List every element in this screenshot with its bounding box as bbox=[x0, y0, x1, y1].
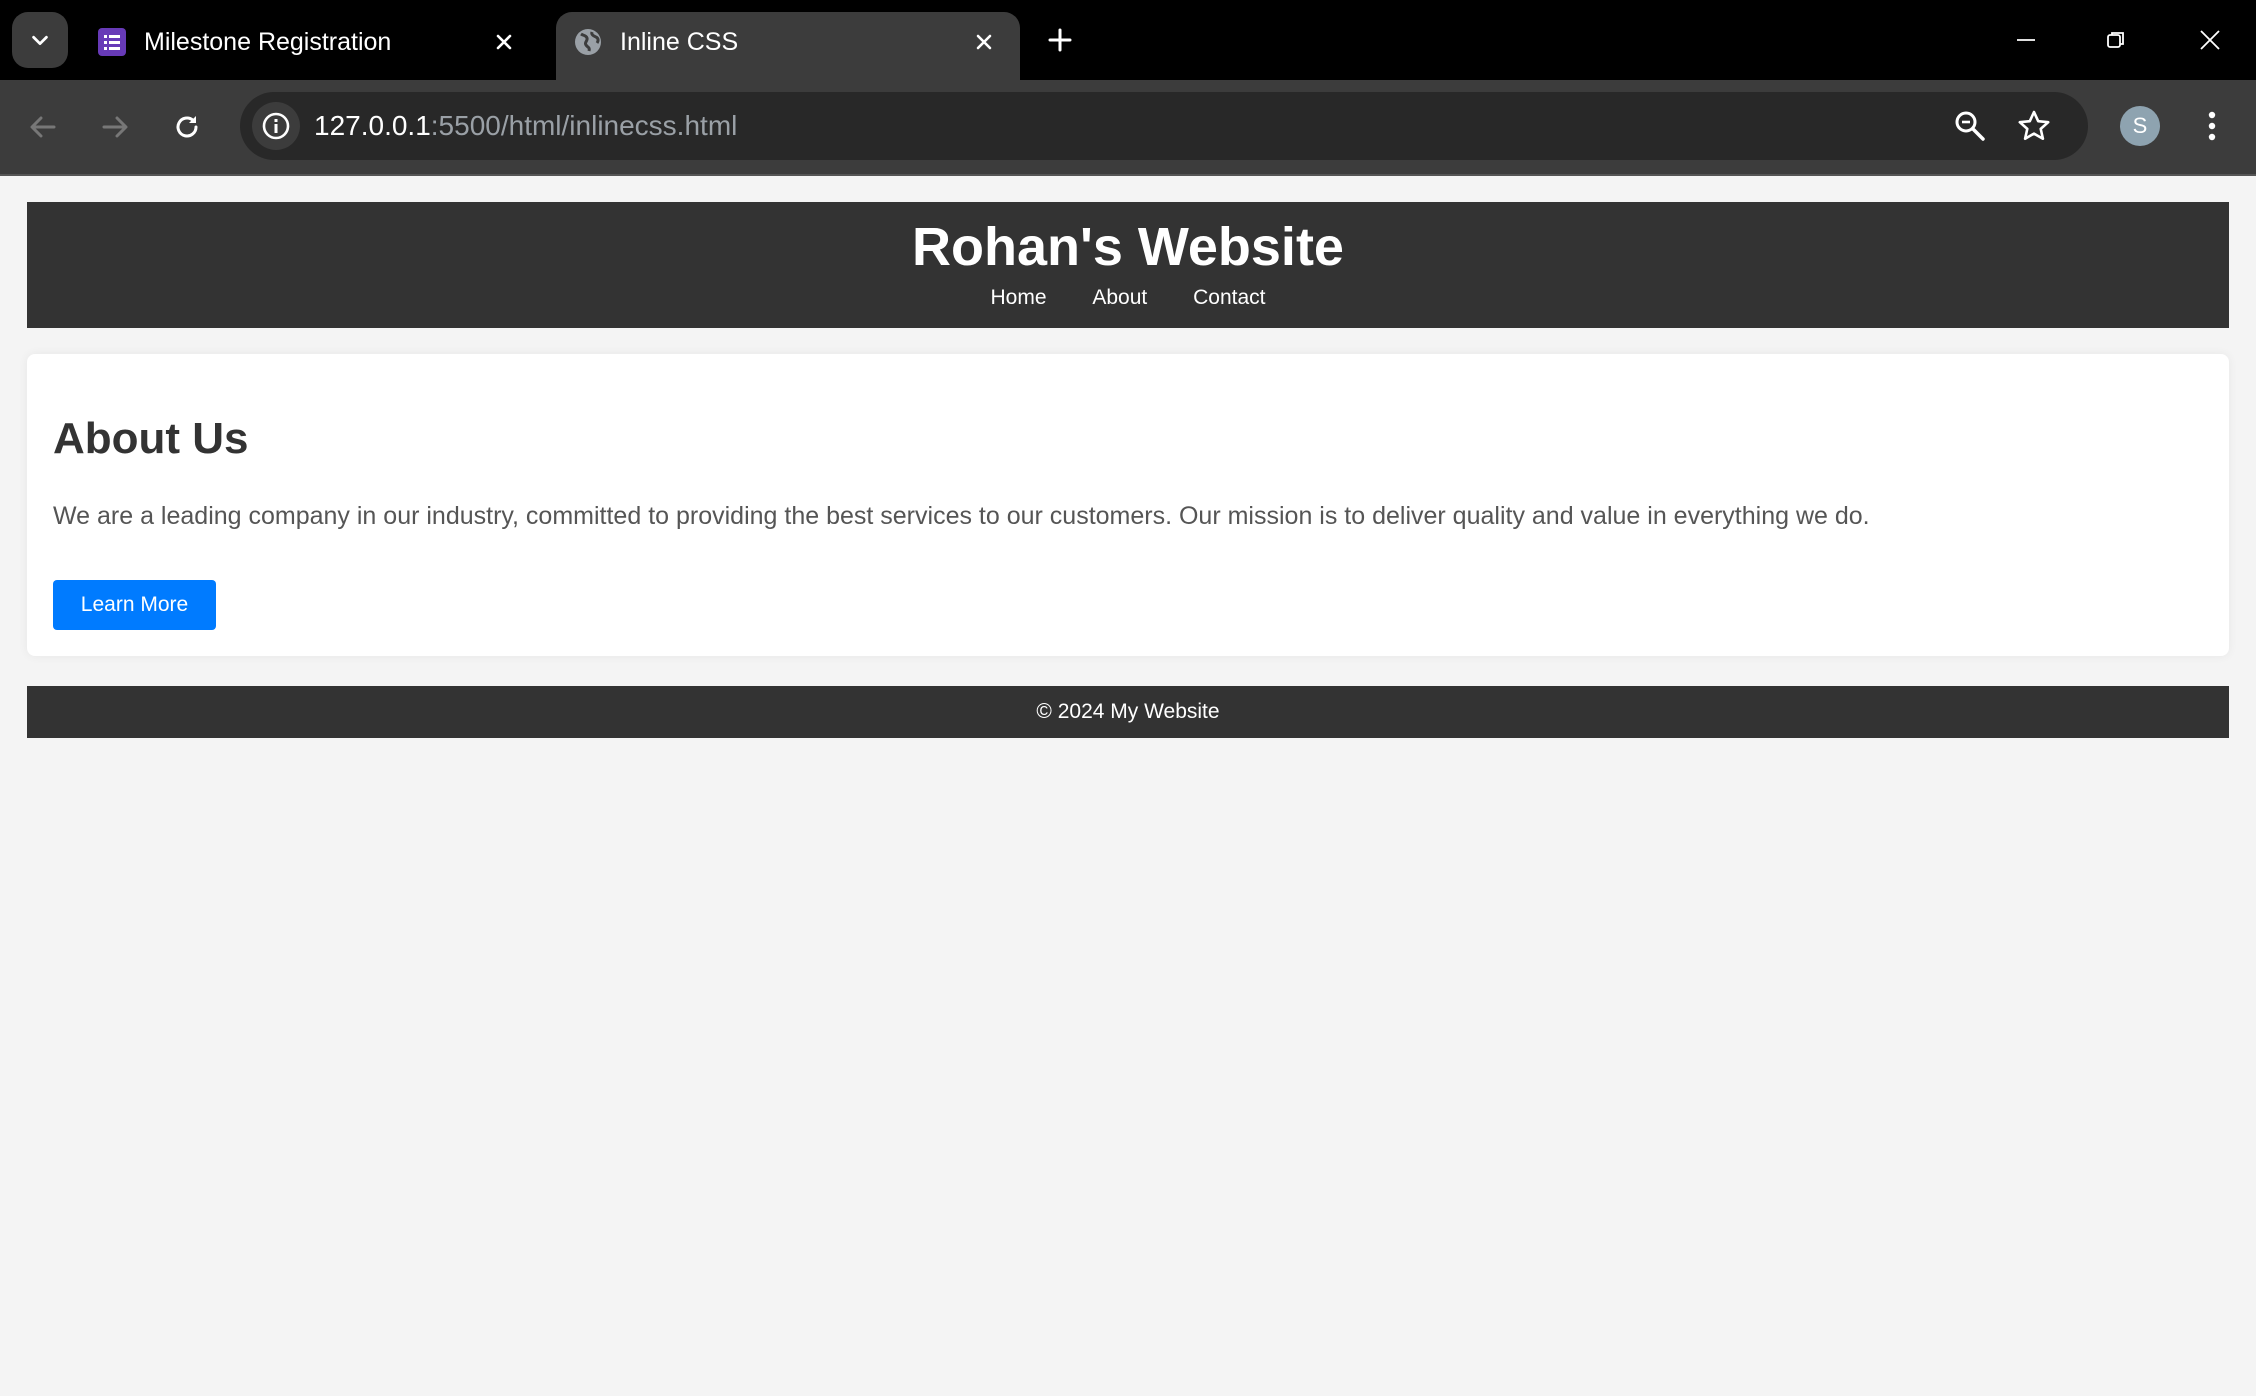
chevron-down-icon bbox=[32, 35, 48, 46]
url-text[interactable]: 127.0.0.1:5500/html/inlinecss.html bbox=[314, 110, 737, 142]
minimize-button[interactable] bbox=[1998, 16, 2054, 64]
tab-strip: Milestone Registration Inline CSS bbox=[0, 0, 2256, 80]
browser-chrome: Milestone Registration Inline CSS 127.0.… bbox=[0, 0, 2256, 174]
close-tab-icon[interactable] bbox=[488, 26, 520, 58]
profile-avatar[interactable]: S bbox=[2120, 106, 2160, 146]
site-title: Rohan's Website bbox=[912, 217, 1344, 277]
tab-search-button[interactable] bbox=[12, 12, 68, 68]
page-viewport: Rohan's Website Home About Contact About… bbox=[0, 174, 2256, 1396]
nav-link-contact[interactable]: Contact bbox=[1193, 286, 1265, 310]
nav-link-about[interactable]: About bbox=[1092, 286, 1147, 310]
site-info-button[interactable] bbox=[252, 102, 300, 150]
reload-icon bbox=[176, 116, 198, 138]
zoom-icon[interactable] bbox=[1952, 108, 1988, 144]
close-tab-icon[interactable] bbox=[968, 26, 1000, 58]
forward-button[interactable] bbox=[90, 102, 140, 152]
minimize-icon bbox=[2017, 39, 2035, 41]
tab-title: Inline CSS bbox=[620, 28, 739, 56]
site-nav: Home About Contact bbox=[27, 286, 2229, 310]
plus-icon bbox=[1048, 28, 1072, 52]
address-bar[interactable]: 127.0.0.1:5500/html/inlinecss.html bbox=[240, 92, 2088, 160]
site-header: Rohan's Website Home About Contact bbox=[27, 202, 2229, 328]
browser-toolbar: 127.0.0.1:5500/html/inlinecss.html S bbox=[0, 80, 2256, 174]
tab-inline-css[interactable]: Inline CSS bbox=[556, 12, 1020, 80]
restore-icon bbox=[2107, 32, 2124, 48]
nav-link-home[interactable]: Home bbox=[991, 286, 1047, 310]
arrow-right-icon bbox=[102, 116, 128, 138]
section-paragraph: We are a leading company in our industry… bbox=[53, 502, 1870, 530]
back-button[interactable] bbox=[18, 102, 68, 152]
forms-icon bbox=[98, 28, 126, 56]
arrow-left-icon bbox=[30, 116, 56, 138]
browser-menu-button[interactable] bbox=[2196, 104, 2228, 148]
more-vertical-icon bbox=[2208, 111, 2216, 141]
section-heading: About Us bbox=[53, 414, 249, 463]
bookmark-star-icon[interactable] bbox=[2016, 108, 2052, 144]
url-path: :5500/html/inlinecss.html bbox=[430, 110, 738, 141]
reload-button[interactable] bbox=[162, 102, 212, 152]
globe-icon bbox=[575, 29, 601, 55]
about-section: About Us We are a leading company in our… bbox=[27, 354, 2229, 656]
close-icon bbox=[2200, 30, 2220, 50]
learn-more-button[interactable]: Learn More bbox=[53, 580, 216, 630]
tab-milestone-registration[interactable]: Milestone Registration bbox=[80, 12, 540, 80]
info-icon bbox=[262, 112, 290, 140]
url-host: 127.0.0.1 bbox=[314, 110, 431, 141]
restore-button[interactable] bbox=[2088, 16, 2144, 64]
close-window-button[interactable] bbox=[2182, 16, 2238, 64]
site-footer: © 2024 My Website bbox=[27, 686, 2229, 738]
new-tab-button[interactable] bbox=[1040, 20, 1080, 60]
tab-title: Milestone Registration bbox=[144, 28, 392, 56]
